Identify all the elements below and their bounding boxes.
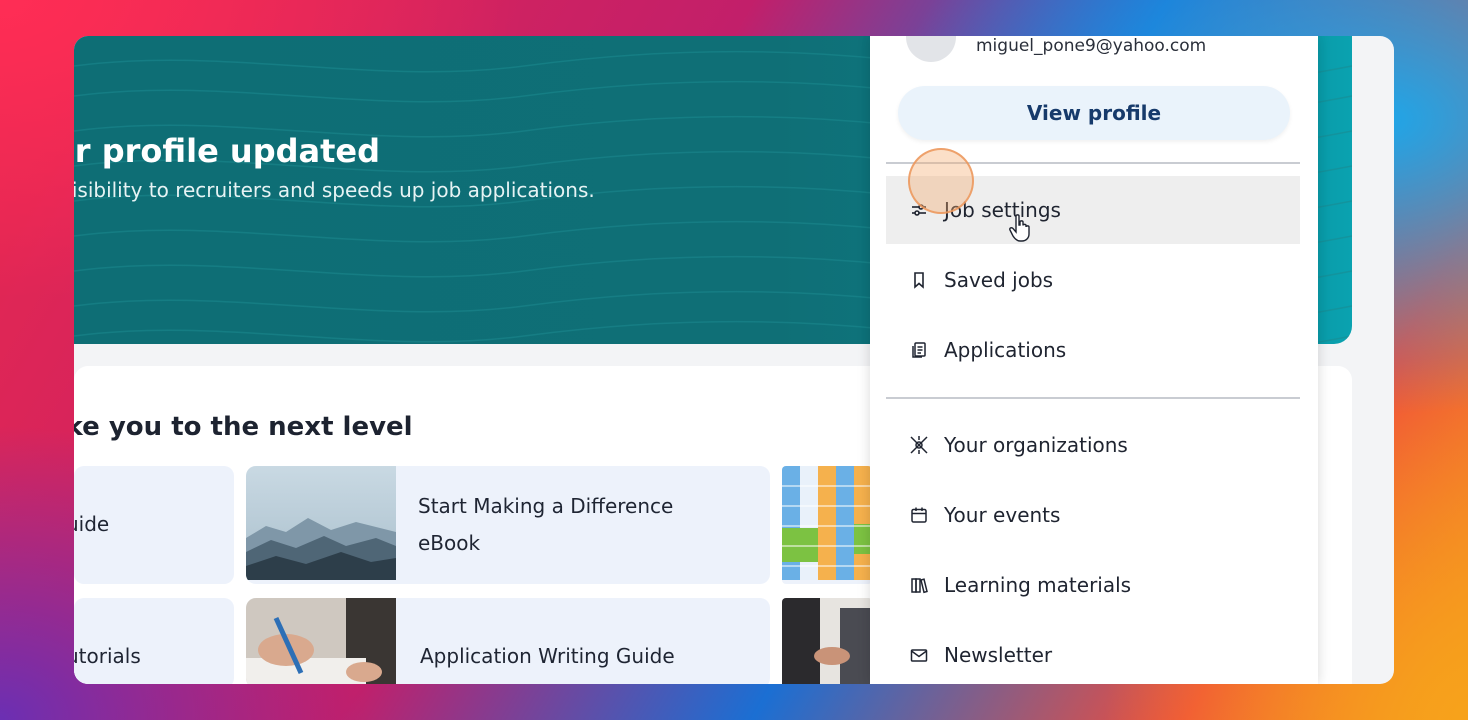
tile-label-line1: Start Making a Difference — [418, 494, 674, 518]
menu-item-learning-materials[interactable]: Learning materials — [886, 551, 1300, 619]
account-menu: miguel_pone9@yahoo.com View profile Job … — [870, 36, 1318, 684]
tile-label: utorials — [74, 644, 141, 668]
view-profile-button[interactable]: View profile — [898, 86, 1290, 140]
schedule-image — [782, 466, 872, 580]
avatar[interactable] — [906, 36, 956, 62]
resource-tile-schedule[interactable] — [782, 466, 872, 584]
resource-tile-handshake[interactable] — [782, 598, 872, 684]
resource-tile-writing-guide[interactable]: Application Writing Guide — [246, 598, 770, 684]
handshake-image — [782, 598, 872, 684]
menu-item-label: Applications — [944, 338, 1067, 362]
menu-divider — [886, 397, 1300, 399]
menu-item-newsletter[interactable]: Newsletter — [886, 621, 1300, 684]
network-icon — [908, 434, 930, 456]
documents-icon — [908, 339, 930, 361]
menu-item-events[interactable]: Your events — [886, 481, 1300, 549]
books-icon — [908, 574, 930, 596]
menu-item-label: Learning materials — [944, 573, 1132, 597]
menu-item-label: Your organizations — [944, 433, 1128, 457]
cursor-highlight — [908, 148, 974, 214]
banner-title: ur profile updated — [74, 132, 380, 170]
calendar-icon — [908, 504, 930, 526]
tile-label: Application Writing Guide — [420, 644, 675, 668]
envelope-icon — [908, 644, 930, 666]
menu-item-applications[interactable]: Applications — [886, 316, 1300, 384]
tile-label: uide — [74, 512, 110, 536]
mountain-image — [246, 466, 396, 580]
writing-hand-image — [246, 598, 396, 684]
hand-cursor-icon — [1009, 214, 1030, 242]
menu-item-label: Your events — [944, 503, 1061, 527]
app-window: ur profile updated visibility to recruit… — [74, 36, 1394, 684]
menu-item-label: Newsletter — [944, 643, 1053, 667]
tile-label-line2: eBook — [418, 531, 481, 555]
menu-item-label: Saved jobs — [944, 268, 1054, 292]
bookmark-icon — [908, 269, 930, 291]
menu-item-saved-jobs[interactable]: Saved jobs — [886, 246, 1300, 314]
banner-subtitle: visibility to recruiters and speeds up j… — [74, 178, 595, 202]
resource-tile-guide[interactable]: uide — [74, 466, 234, 584]
resource-tile-ebook[interactable]: Start Making a Difference eBook — [246, 466, 770, 584]
menu-item-organizations[interactable]: Your organizations — [886, 411, 1300, 479]
user-email: miguel_pone9@yahoo.com — [976, 36, 1207, 56]
section-title: ake you to the next level — [74, 412, 413, 442]
resource-tile-tutorials[interactable]: utorials — [74, 598, 234, 684]
